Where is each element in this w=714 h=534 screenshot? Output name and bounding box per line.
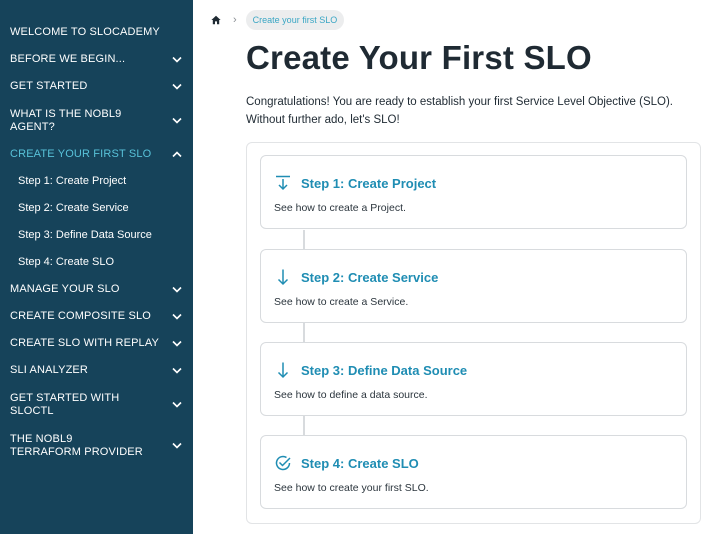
sidebar-subitem-step-4[interactable]: Step 4: Create SLO — [0, 249, 193, 276]
step-card-create-service[interactable]: Step 2: Create Service See how to create… — [260, 249, 687, 323]
chevron-down-icon[interactable] — [171, 311, 183, 323]
sidebar-item-label: CREATE SLO WITH REPLAY — [10, 337, 159, 349]
sidebar-item-slo-replay[interactable]: CREATE SLO WITH REPLAY — [0, 330, 193, 357]
step-connector — [303, 230, 305, 250]
main-content: › Create your first SLO Create Your Firs… — [193, 0, 714, 534]
sidebar-item-label: Step 1: Create Project — [18, 175, 127, 187]
step-connector — [303, 323, 305, 343]
page-title: Create Your First SLO — [246, 39, 592, 76]
sidebar-subitem-step-3[interactable]: Step 3: Define Data Source — [0, 222, 193, 249]
sidebar-item-sloctl[interactable]: GET STARTED WITH SLOCTL — [0, 384, 193, 425]
sidebar-item-label: Step 2: Create Service — [18, 202, 129, 214]
step-header: Step 1: Create Project — [274, 174, 436, 192]
sidebar-item-label: Step 3: Define Data Source — [18, 229, 152, 241]
arrow-down-icon — [274, 361, 292, 379]
chevron-down-icon[interactable] — [171, 54, 183, 66]
sidebar-item-label: MANAGE YOUR SLO — [10, 283, 120, 295]
step-description: See how to create a Project. — [274, 202, 406, 214]
sidebar-item-label: BEFORE WE BEGIN... — [10, 53, 126, 65]
chevron-down-icon[interactable] — [171, 338, 183, 350]
sidebar-item-composite-slo[interactable]: CREATE COMPOSITE SLO — [0, 303, 193, 330]
step-header: Step 4: Create SLO — [274, 454, 419, 472]
sidebar-item-before-we-begin[interactable]: BEFORE WE BEGIN... — [0, 46, 193, 73]
sidebar-item-label: THE NOBL9 TERRAFORM PROVIDER — [10, 432, 143, 458]
sidebar-item-sli-analyzer[interactable]: SLI ANALYZER — [0, 357, 193, 384]
chevron-down-icon[interactable] — [171, 365, 183, 377]
chevron-up-icon[interactable] — [171, 149, 183, 161]
sidebar-item-welcome[interactable]: WELCOME TO SLOCADEMY — [0, 19, 193, 46]
step-card-define-data-source[interactable]: Step 3: Define Data Source See how to de… — [260, 342, 687, 416]
sidebar-item-create-first-slo[interactable]: CREATE YOUR FIRST SLO — [0, 141, 193, 168]
sidebar-item-nobl9-agent[interactable]: WHAT IS THE NOBL9 AGENT? — [0, 100, 193, 141]
step-title[interactable]: Step 2: Create Service — [301, 270, 438, 285]
sidebar-item-terraform[interactable]: THE NOBL9 TERRAFORM PROVIDER — [0, 425, 193, 466]
sidebar-item-label: GET STARTED — [10, 80, 88, 92]
sidebar-item-get-started[interactable]: GET STARTED — [0, 73, 193, 100]
step-description: See how to create your first SLO. — [274, 482, 429, 494]
home-icon[interactable] — [211, 15, 221, 25]
sidebar-item-label: CREATE YOUR FIRST SLO — [10, 148, 152, 160]
sidebar-item-label: WHAT IS THE NOBL9 AGENT? — [10, 107, 122, 133]
chevron-down-icon[interactable] — [171, 284, 183, 296]
breadcrumb-current[interactable]: Create your first SLO — [245, 10, 345, 30]
step-header: Step 3: Define Data Source — [274, 361, 467, 379]
breadcrumb-separator: › — [233, 13, 237, 26]
sidebar-item-label: Step 4: Create SLO — [18, 256, 114, 268]
sidebar-item-label: SLI ANALYZER — [10, 364, 89, 376]
arrow-down-bar-icon — [274, 174, 292, 192]
chevron-down-icon[interactable] — [171, 81, 183, 93]
step-connector — [303, 416, 305, 436]
step-header: Step 2: Create Service — [274, 268, 438, 286]
sidebar-item-manage-slo[interactable]: MANAGE YOUR SLO — [0, 276, 193, 303]
sidebar: WELCOME TO SLOCADEMY BEFORE WE BEGIN... … — [0, 0, 193, 534]
step-card-create-slo[interactable]: Step 4: Create SLO See how to create you… — [260, 435, 687, 509]
step-title[interactable]: Step 3: Define Data Source — [301, 363, 467, 378]
arrow-down-icon — [274, 268, 292, 286]
chevron-down-icon[interactable] — [171, 115, 183, 127]
step-card-create-project[interactable]: Step 1: Create Project See how to create… — [260, 155, 687, 229]
step-description: See how to define a data source. — [274, 389, 428, 401]
breadcrumb: › Create your first SLO — [211, 10, 345, 30]
chevron-down-icon[interactable] — [171, 440, 183, 452]
step-title[interactable]: Step 4: Create SLO — [301, 456, 419, 471]
chevron-down-icon[interactable] — [171, 399, 183, 411]
sidebar-subitem-step-2[interactable]: Step 2: Create Service — [0, 195, 193, 222]
sidebar-subitem-step-1[interactable]: Step 1: Create Project — [0, 168, 193, 195]
step-title[interactable]: Step 1: Create Project — [301, 176, 436, 191]
sidebar-item-label: GET STARTED WITH SLOCTL — [10, 391, 120, 417]
step-description: See how to create a Service. — [274, 296, 409, 308]
steps-panel: Step 1: Create Project See how to create… — [246, 142, 701, 524]
intro-text: Congratulations! You are ready to establ… — [246, 96, 673, 126]
sidebar-item-label: WELCOME TO SLOCADEMY — [10, 26, 160, 38]
check-circle-icon — [274, 454, 292, 472]
sidebar-item-label: CREATE COMPOSITE SLO — [10, 310, 151, 322]
